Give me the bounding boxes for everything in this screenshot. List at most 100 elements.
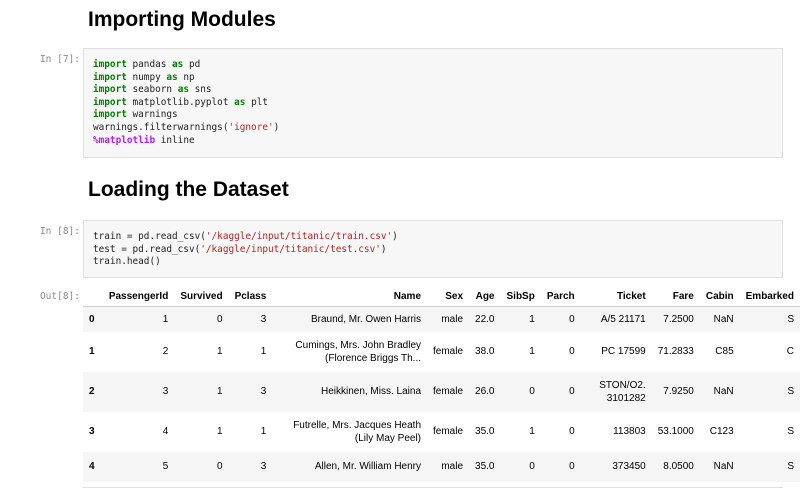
cell-embarked: S bbox=[739, 371, 800, 412]
keyword: import bbox=[93, 84, 127, 96]
code-text: ) bbox=[380, 243, 387, 255]
cell-parch: 0 bbox=[540, 451, 581, 482]
cell-name: Braund, Mr. Owen Harris bbox=[272, 306, 428, 332]
name-line: Cumings, Mrs. John Bradley bbox=[295, 339, 422, 351]
cell-prompt-out-8: Out[8]: bbox=[39, 291, 80, 302]
dataframe-output-table: PassengerId Survived Pclass Name Sex Age… bbox=[83, 286, 800, 482]
cell-embarked: S bbox=[739, 411, 800, 452]
cell-survived: 1 bbox=[174, 371, 229, 412]
code-text: train = pd.read_csv( bbox=[93, 231, 206, 242]
cell-pclass: 3 bbox=[228, 451, 273, 482]
code-text: matplotlib.pyplot bbox=[126, 96, 235, 108]
cell-embarked: S bbox=[739, 451, 800, 482]
code-text: pd bbox=[183, 59, 201, 70]
code-text: sns bbox=[188, 84, 212, 96]
code-line: import matplotlib.pyplot as plt bbox=[93, 97, 782, 110]
ticket-line-2: 3101282 bbox=[606, 392, 646, 404]
row-index: 3 bbox=[83, 411, 103, 452]
cell-sex: male bbox=[427, 306, 470, 332]
keyword: as bbox=[177, 84, 189, 96]
column-header-index bbox=[83, 286, 103, 307]
code-cell-load-data[interactable]: train = pd.read_csv('/kaggle/input/titan… bbox=[83, 220, 783, 278]
keyword: as bbox=[172, 59, 184, 70]
code-line: train = pd.read_csv('/kaggle/input/titan… bbox=[93, 231, 782, 244]
cell-name: Heikkinen, Miss. Laina bbox=[272, 371, 428, 412]
code-line: import warnings bbox=[93, 109, 782, 122]
name-line: Futrelle, Mrs. Jacques Heath bbox=[293, 419, 422, 431]
cell-cabin: NaN bbox=[699, 371, 740, 412]
ticket-line: A/5 21171 bbox=[600, 313, 646, 325]
table-row: 2 3 1 3 Heikkinen, Miss. Laina female 26… bbox=[83, 371, 800, 412]
code-line: %matplotlib inline bbox=[93, 135, 782, 148]
column-header-passengerid: PassengerId bbox=[102, 286, 175, 307]
code-text: warnings bbox=[126, 109, 178, 121]
table-row: 3 4 1 1 Futrelle, Mrs. Jacques Heath (Lil… bbox=[83, 411, 800, 452]
cell-survived: 1 bbox=[174, 331, 229, 372]
column-header-sibsp: SibSp bbox=[500, 286, 541, 307]
cell-survived: 0 bbox=[174, 306, 229, 332]
cell-pclass: 3 bbox=[228, 306, 273, 332]
cell-fare: 71.2833 bbox=[651, 331, 700, 372]
code-text: numpy bbox=[126, 71, 167, 83]
cell-pclass: 1 bbox=[228, 411, 273, 452]
column-header-age: Age bbox=[469, 286, 501, 307]
cell-prompt-in-8: In [8]: bbox=[39, 226, 80, 237]
cell-age: 22.0 bbox=[469, 306, 501, 332]
name-line: Heikkinen, Miss. Laina bbox=[320, 386, 422, 397]
column-header-ticket: Ticket bbox=[580, 286, 652, 307]
section-heading-importing-modules: Importing Modules bbox=[88, 8, 276, 31]
column-header-pclass: Pclass bbox=[228, 286, 273, 307]
keyword: import bbox=[93, 59, 127, 70]
column-header-survived: Survived bbox=[174, 286, 229, 307]
ticket-line: 373450 bbox=[612, 461, 646, 472]
cell-cabin: C123 bbox=[699, 411, 740, 452]
code-line: import numpy as np bbox=[93, 72, 782, 85]
code-line: import pandas as pd bbox=[93, 59, 782, 72]
cell-age: 38.0 bbox=[469, 331, 501, 372]
table-row: 0 1 0 3 Braund, Mr. Owen Harris male 22.… bbox=[83, 306, 800, 332]
cell-sibsp: 1 bbox=[500, 411, 541, 452]
cell-fare: 8.0500 bbox=[651, 451, 700, 482]
ticket-line: 113803 bbox=[613, 426, 646, 437]
ticket-line: PC 17599 bbox=[601, 346, 646, 357]
cell-survived: 1 bbox=[174, 411, 229, 452]
code-text: ) bbox=[273, 121, 280, 133]
cell-passengerid: 3 bbox=[102, 371, 175, 412]
keyword: import bbox=[93, 96, 127, 108]
row-index: 1 bbox=[83, 331, 103, 372]
cell-ticket: 113803 bbox=[580, 411, 652, 452]
cell-name: Cumings, Mrs. John Bradley (Florence Brig… bbox=[272, 331, 428, 372]
cell-ticket: A/5 21171 bbox=[580, 306, 652, 332]
keyword: as bbox=[166, 71, 178, 83]
column-header-embarked: Embarked bbox=[739, 286, 800, 307]
cell-cabin: NaN bbox=[699, 306, 740, 332]
cell-pclass: 3 bbox=[228, 371, 273, 412]
string-literal: '/kaggle/input/titanic/test.csv' bbox=[200, 243, 381, 255]
code-text: pandas bbox=[126, 59, 173, 70]
cell-ticket: PC 17599 bbox=[580, 331, 652, 372]
cell-sex: female bbox=[427, 331, 470, 372]
cell-parch: 0 bbox=[540, 371, 581, 412]
code-text: inline bbox=[155, 134, 195, 146]
cell-fare: 7.9250 bbox=[651, 371, 700, 412]
code-line: train.head() bbox=[93, 256, 782, 269]
table-row: 1 2 1 1 Cumings, Mrs. John Bradley (Flore… bbox=[83, 331, 800, 372]
row-index: 0 bbox=[83, 306, 103, 332]
cell-age: 35.0 bbox=[469, 451, 501, 482]
code-line: test = pd.read_csv('/kaggle/input/titani… bbox=[93, 244, 782, 257]
code-text: test = pd.read_csv( bbox=[93, 243, 201, 255]
cell-prompt-in-7: In [7]: bbox=[39, 54, 80, 65]
cell-fare: 53.1000 bbox=[651, 411, 700, 452]
cell-ticket: 373450 bbox=[580, 451, 652, 482]
code-text: train.head() bbox=[93, 256, 161, 268]
row-index: 2 bbox=[83, 371, 103, 412]
column-header-cabin: Cabin bbox=[699, 286, 740, 307]
code-cell-imports[interactable]: import pandas as pd import numpy as np i… bbox=[83, 48, 783, 158]
keyword: import bbox=[93, 71, 127, 83]
ticket-line: STON/O2. bbox=[599, 379, 646, 391]
string-literal: '/kaggle/input/titanic/train.csv' bbox=[205, 231, 393, 242]
cell-cabin: NaN bbox=[699, 451, 740, 482]
name-line: Braund, Mr. Owen Harris bbox=[310, 313, 422, 325]
cell-passengerid: 1 bbox=[102, 306, 175, 332]
cell-cabin: C85 bbox=[699, 331, 740, 372]
